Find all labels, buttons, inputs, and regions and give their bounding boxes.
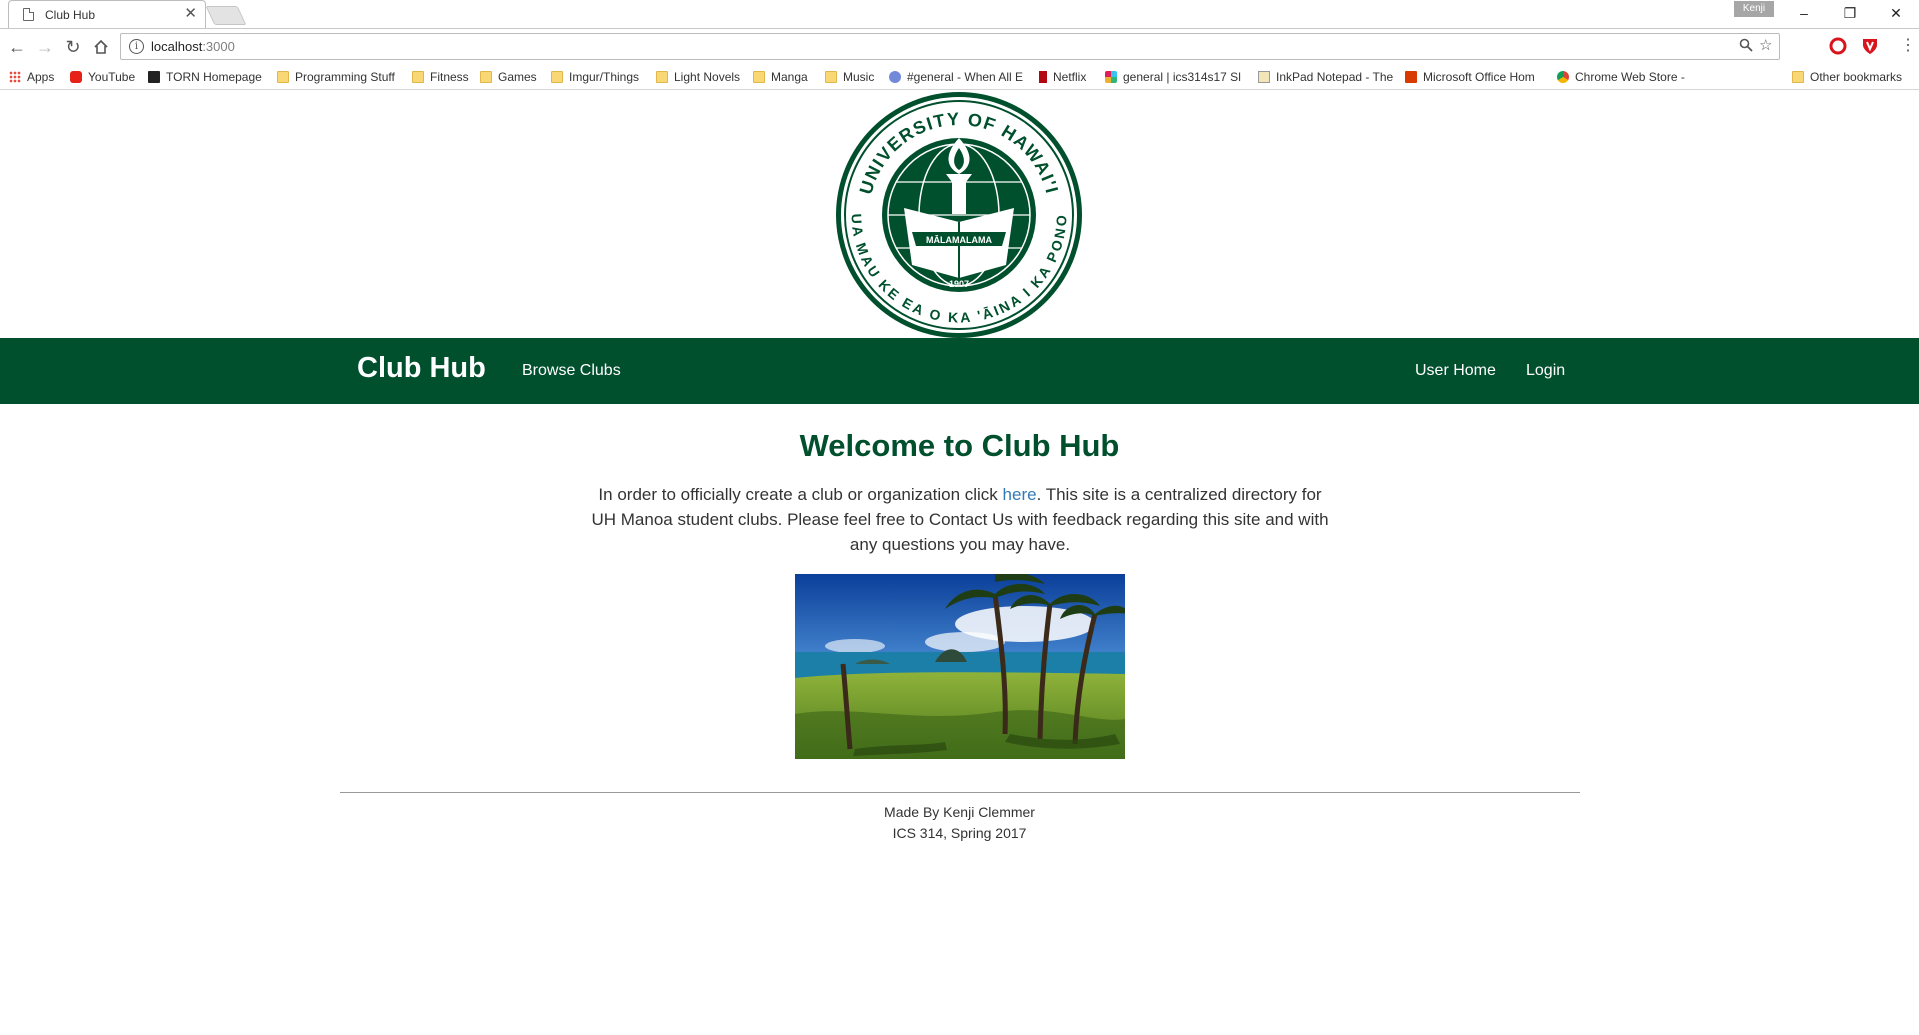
star-icon[interactable]: ☆ — [1759, 36, 1772, 54]
folder-icon — [753, 71, 765, 83]
seal-year: 1907 — [949, 279, 969, 289]
profile-button[interactable]: Kenji — [1734, 1, 1774, 17]
reload-icon[interactable]: ↻ — [62, 36, 84, 58]
bookmark-label: Apps — [27, 70, 55, 84]
bookmark-item[interactable]: Fitness — [412, 69, 469, 85]
office-icon — [1405, 71, 1417, 83]
intro-text-start: In order to officially create a club or … — [598, 485, 1003, 504]
brand-link[interactable]: Club Hub — [357, 352, 486, 385]
forward-arrow-icon[interactable]: → — [34, 36, 56, 58]
page-content: MĀLAMALAMA 1907 UNIVERSITY OF HAWAI'I UA… — [0, 90, 1919, 1035]
bookmark-item[interactable]: Apps — [9, 69, 54, 85]
create-club-link[interactable]: here — [1003, 485, 1037, 504]
slack-icon — [1105, 71, 1117, 83]
tab-title: Club Hub — [45, 8, 96, 22]
restore-button[interactable]: ❐ — [1827, 0, 1873, 26]
bookmark-item[interactable]: #general - When All E — [889, 69, 1023, 85]
bookmark-item[interactable]: InkPad Notepad - The — [1258, 69, 1393, 85]
netflix-icon — [1039, 71, 1047, 83]
back-arrow-icon[interactable]: ← — [6, 36, 28, 58]
bookmark-item[interactable]: Microsoft Office Hom — [1405, 69, 1535, 85]
bookmark-label: YouTube — [88, 70, 136, 84]
login-link[interactable]: Login — [1526, 362, 1565, 380]
bookmark-label: Manga — [771, 70, 808, 84]
torn-icon — [148, 71, 160, 83]
close-window-button[interactable]: ✕ — [1873, 0, 1919, 26]
bookmark-label: Chrome Web Store - — [1575, 70, 1685, 84]
bookmark-label: Imgur/Things — [569, 70, 640, 84]
new-tab-button[interactable] — [205, 6, 247, 25]
bookmark-item[interactable]: Programming Stuff — [277, 69, 395, 85]
folder-icon — [480, 71, 492, 83]
footer-course: ICS 314, Spring 2017 — [892, 825, 1027, 841]
site-navbar: Club Hub Browse Clubs User Home Login — [0, 338, 1919, 404]
bookmark-label: Light Novels — [674, 70, 741, 84]
page-icon — [23, 8, 34, 21]
other-bookmarks-folder[interactable]: Other bookmarks — [1792, 69, 1902, 85]
home-icon[interactable] — [90, 36, 112, 58]
folder-icon — [825, 71, 837, 83]
discord-icon — [889, 71, 901, 83]
browse-clubs-link[interactable]: Browse Clubs — [522, 362, 621, 380]
browser-menu-icon[interactable]: ⋮ — [1900, 35, 1916, 57]
folder-icon — [277, 71, 289, 83]
bookmark-label: general | ics314s17 Sl — [1123, 70, 1241, 84]
folder-icon — [1792, 71, 1804, 83]
browser-tab[interactable]: Club Hub ✕ — [8, 0, 206, 28]
url-text: localhost:3000 — [151, 39, 235, 54]
seal-banner-text: MĀLAMALAMA — [926, 235, 992, 245]
bookmark-item[interactable]: YouTube — [70, 69, 135, 85]
footer-divider — [340, 792, 1580, 793]
hawaii-beach-image — [795, 574, 1125, 759]
bookmark-label: #general - When All E — [907, 70, 1024, 84]
footer-author: Made By Kenji Clemmer — [884, 804, 1035, 820]
info-icon[interactable]: i — [129, 39, 144, 54]
minimize-button[interactable]: – — [1781, 0, 1827, 26]
bookmark-item[interactable]: Games — [480, 69, 537, 85]
bookmark-item[interactable]: TORN Homepage — [148, 69, 262, 85]
chrome-store-icon — [1557, 71, 1569, 83]
bookmark-label: Programming Stuff — [295, 70, 395, 84]
shield-extension-icon[interactable] — [1861, 37, 1879, 55]
tab-close-icon[interactable]: ✕ — [184, 5, 197, 23]
folder-icon — [412, 71, 424, 83]
bookmarks-bar: Other bookmarks Apps YouTube TORN Homepage… — [0, 65, 1919, 90]
intro-paragraph: In order to officially create a club or … — [585, 482, 1335, 557]
tab-strip: Club Hub ✕ Kenji – ❐ ✕ — [0, 0, 1919, 29]
bookmark-item[interactable]: Imgur/Things — [551, 69, 639, 85]
bookmark-label: Games — [498, 70, 537, 84]
bookmark-item[interactable]: Netflix — [1039, 69, 1086, 85]
bookmark-label: Music — [843, 70, 875, 84]
bookmark-label: Microsoft Office Hom — [1423, 70, 1535, 84]
site-footer: Made By Kenji Clemmer ICS 314, Spring 20… — [0, 802, 1919, 844]
folder-icon — [656, 71, 668, 83]
bookmark-item[interactable]: Chrome Web Store - — [1557, 69, 1685, 85]
inkpad-icon — [1258, 71, 1270, 83]
apps-grid-icon — [9, 71, 21, 83]
bookmark-label: Netflix — [1053, 70, 1087, 84]
youtube-icon — [70, 71, 82, 83]
bookmark-item[interactable]: general | ics314s17 Sl — [1105, 69, 1241, 85]
browser-toolbar: ← → ↻ i localhost:3000 ☆ ⋮ — [0, 29, 1919, 65]
university-seal-logo: MĀLAMALAMA 1907 UNIVERSITY OF HAWAI'I UA… — [834, 90, 1084, 340]
user-home-link[interactable]: User Home — [1415, 362, 1496, 380]
bookmark-label: TORN Homepage — [166, 70, 262, 84]
zoom-icon[interactable] — [1739, 38, 1753, 56]
bookmark-item[interactable]: Music — [825, 69, 874, 85]
bookmark-item[interactable]: Light Novels — [656, 69, 740, 85]
bookmark-item[interactable]: Manga — [753, 69, 808, 85]
page-title: Welcome to Club Hub — [799, 428, 1120, 463]
opera-extension-icon[interactable] — [1829, 37, 1847, 55]
address-bar[interactable]: i localhost:3000 ☆ — [120, 33, 1780, 60]
folder-icon — [551, 71, 563, 83]
bookmark-label: Fitness — [430, 70, 469, 84]
bookmark-label: InkPad Notepad - The — [1276, 70, 1394, 84]
